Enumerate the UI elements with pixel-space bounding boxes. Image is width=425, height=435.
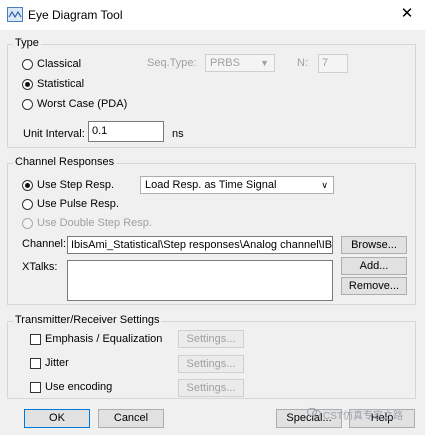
- window-title: Eye Diagram Tool: [28, 8, 123, 22]
- unit-interval-field[interactable]: 0.1: [88, 121, 164, 142]
- classical-label: Classical: [37, 58, 82, 70]
- close-icon[interactable]: ✕: [398, 5, 416, 23]
- emphasis-label: Emphasis / Equalization: [45, 333, 163, 345]
- unit-interval-label: Unit Interval:: [23, 128, 85, 140]
- classical-radio[interactable]: [22, 59, 33, 70]
- step-resp-label: Use Step Resp.: [37, 179, 115, 191]
- add-button[interactable]: Add...: [341, 257, 407, 275]
- n-label: N:: [297, 57, 308, 69]
- txrx-legend: Transmitter/Receiver Settings: [13, 314, 162, 326]
- eye-diagram-app-icon: [7, 7, 23, 22]
- xtalks-label: XTalks:: [22, 261, 58, 273]
- emphasis-settings-button[interactable]: Settings...: [178, 330, 244, 348]
- statistical-radio[interactable]: [22, 79, 33, 90]
- jitter-checkbox[interactable]: [30, 358, 41, 369]
- channel-legend: Channel Responses: [13, 156, 117, 168]
- pulse-resp-label: Use Pulse Resp.: [37, 198, 119, 210]
- load-resp-value: Load Resp. as Time Signal: [145, 179, 277, 191]
- watermark-text: CST仿真专家之路: [323, 411, 403, 422]
- encoding-label: Use encoding: [45, 381, 113, 393]
- seq-type-value: PRBS: [210, 57, 240, 69]
- jitter-label: Jitter: [45, 357, 69, 369]
- statistical-label: Statistical: [37, 78, 85, 90]
- cancel-button[interactable]: Cancel: [98, 409, 164, 428]
- watermark-wechat-icon: [307, 407, 321, 421]
- encoding-checkbox[interactable]: [30, 382, 41, 393]
- jitter-settings-button[interactable]: Settings...: [178, 355, 244, 373]
- browse-button[interactable]: Browse...: [341, 236, 407, 254]
- type-legend: Type: [13, 37, 41, 49]
- n-field[interactable]: 7: [318, 54, 348, 73]
- title-bar: Eye Diagram Tool ✕: [0, 0, 425, 30]
- ok-button[interactable]: OK: [24, 409, 90, 428]
- worst-case-radio[interactable]: [22, 99, 33, 110]
- xtalks-list[interactable]: [67, 260, 333, 301]
- emphasis-checkbox[interactable]: [30, 334, 41, 345]
- load-resp-select[interactable]: Load Resp. as Time Signal ∨: [140, 176, 334, 194]
- channel-path-field[interactable]: IbisAmi_Statistical\Step responses\Analo…: [67, 236, 333, 254]
- channel-label: Channel:: [22, 238, 67, 250]
- double-step-resp-label: Use Double Step Resp.: [37, 217, 152, 229]
- step-resp-radio[interactable]: [22, 180, 33, 191]
- seq-type-label: Seq.Type:: [147, 57, 197, 69]
- encoding-settings-button[interactable]: Settings...: [178, 379, 244, 397]
- worst-case-label: Worst Case (PDA): [37, 98, 128, 110]
- double-step-resp-radio[interactable]: [22, 218, 33, 229]
- chevron-down-icon: ∨: [321, 180, 328, 190]
- seq-type-select[interactable]: PRBS ▼: [205, 54, 275, 72]
- pulse-resp-radio[interactable]: [22, 199, 33, 210]
- chevron-down-icon: ▼: [260, 58, 269, 68]
- remove-button[interactable]: Remove...: [341, 277, 407, 295]
- unit-label: ns: [172, 128, 184, 140]
